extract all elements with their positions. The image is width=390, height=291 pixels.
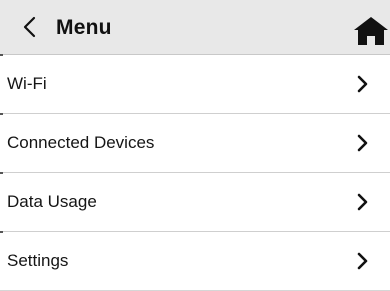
menu-item-data-usage[interactable]: Data Usage <box>0 172 390 232</box>
menu-item-settings[interactable]: Settings <box>0 231 390 291</box>
divider-tick <box>0 54 3 56</box>
chevron-left-icon <box>23 16 36 38</box>
divider-tick <box>0 113 3 115</box>
home-icon <box>354 17 388 45</box>
chevron-right-icon <box>357 192 369 212</box>
menu-item-label: Data Usage <box>7 192 97 211</box>
menu-item-connected-devices[interactable]: Connected Devices <box>0 113 390 173</box>
menu-item-wifi[interactable]: Wi-Fi <box>0 54 390 114</box>
back-button[interactable] <box>14 10 46 44</box>
chevron-right-icon <box>357 251 369 271</box>
chevron-right-icon <box>357 133 369 153</box>
menu-item-label: Wi-Fi <box>7 74 47 93</box>
menu-screen: Menu Wi-Fi Connected Devices Data Usage <box>0 0 390 291</box>
menu-list: Wi-Fi Connected Devices Data Usage Setti… <box>0 54 390 291</box>
divider-tick <box>0 172 3 174</box>
header-bar: Menu <box>0 0 390 55</box>
chevron-right-icon <box>357 74 369 94</box>
home-button[interactable] <box>353 16 389 46</box>
page-title: Menu <box>56 16 112 39</box>
divider-tick <box>0 231 3 233</box>
menu-item-label: Settings <box>7 251 69 270</box>
menu-item-label: Connected Devices <box>7 133 155 152</box>
